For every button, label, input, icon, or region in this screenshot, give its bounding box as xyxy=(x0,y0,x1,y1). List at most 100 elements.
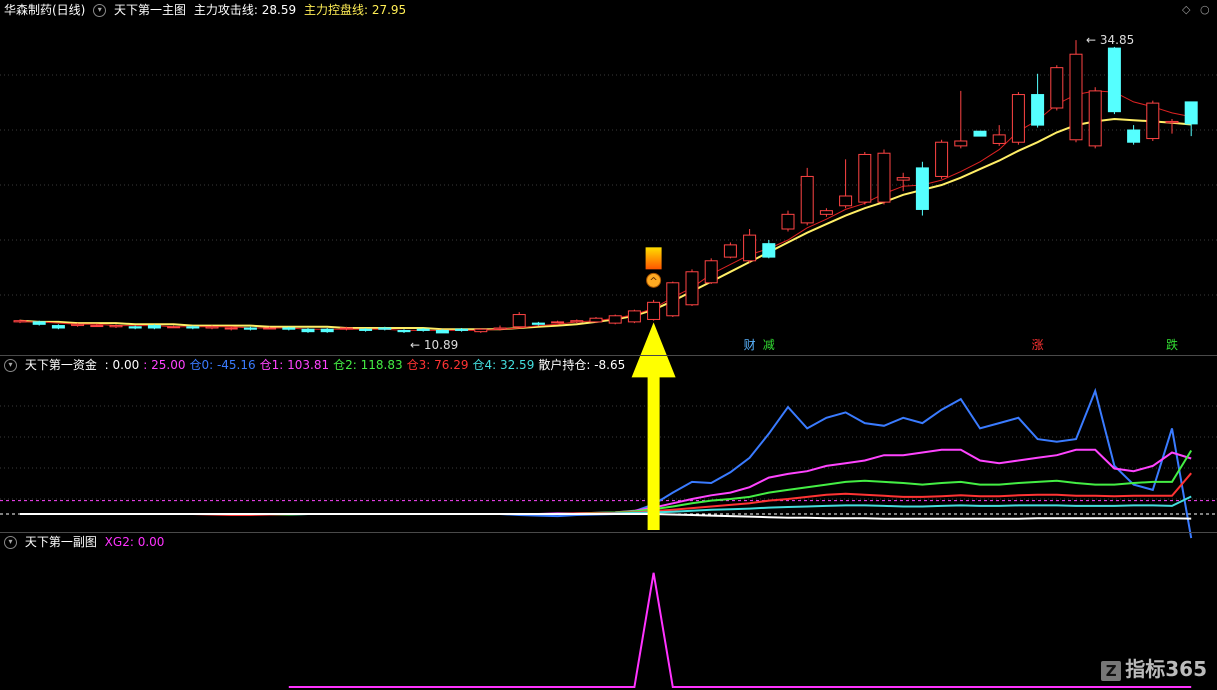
attack-line-label: 主力攻击线: xyxy=(193,3,258,17)
chevron-down-icon[interactable]: ▾ xyxy=(4,359,17,372)
candle-body xyxy=(896,177,910,181)
candle-body xyxy=(416,328,430,331)
candle-body xyxy=(224,327,238,330)
chevron-down-icon[interactable]: ▾ xyxy=(4,536,17,549)
watermark: Z 指标365 xyxy=(1101,653,1207,682)
candle-body xyxy=(762,243,776,258)
candle-body xyxy=(301,328,315,333)
candle-body xyxy=(858,153,872,203)
candle-body xyxy=(551,321,565,324)
sub-panel-header: ▾ 天下第一副图 XG2: 0.00 xyxy=(4,533,168,551)
candle-body xyxy=(167,326,181,329)
candle-body xyxy=(435,329,449,334)
candle-body xyxy=(339,327,353,330)
candle-body xyxy=(819,210,833,215)
candle-body xyxy=(666,282,680,317)
fund-panel-header: ▾ 天下第一资金 : 0.00: 25.00 仓0: -45.16 仓1: 103.… xyxy=(4,356,633,374)
candle-body xyxy=(13,320,27,323)
candle-body xyxy=(1107,47,1121,113)
fund-series-line xyxy=(20,387,1193,539)
candle-body xyxy=(954,140,968,147)
fund-series-line xyxy=(20,472,1192,516)
candle-body xyxy=(781,213,795,230)
circle-icon[interactable]: ○ xyxy=(1200,3,1210,16)
candle-body xyxy=(608,315,622,324)
candle-body xyxy=(627,310,641,323)
candle-body xyxy=(359,328,373,331)
fund-panel-grid xyxy=(0,405,1217,500)
candle-body xyxy=(320,328,334,333)
fund-indicator-name[interactable]: 天下第一资金 xyxy=(25,358,97,372)
logo-icon: Z xyxy=(1101,660,1122,681)
candle-body xyxy=(685,271,699,306)
panel-divider[interactable] xyxy=(0,532,1217,533)
candle-body xyxy=(147,325,161,329)
chevron-down-icon[interactable]: ▾ xyxy=(93,4,107,17)
candle-body xyxy=(493,327,507,330)
candle-body xyxy=(186,326,200,329)
signal-label: 涨 xyxy=(1032,337,1044,352)
candle-body xyxy=(743,234,757,262)
control-line-value: 27.95 xyxy=(371,3,407,17)
candle-body xyxy=(570,320,584,323)
indicator-name[interactable]: 天下第一主图 xyxy=(114,3,186,17)
candle-body xyxy=(1088,90,1102,147)
control-line xyxy=(19,117,1192,331)
signal-label: 跌 xyxy=(1166,337,1178,352)
candle-body xyxy=(589,317,603,323)
main-panel-header: 华森制药(日线) ▾ 天下第一主图 主力攻击线: 28.59 主力控盘线: 27… xyxy=(4,1,410,19)
candle-body xyxy=(455,328,469,331)
candle-body xyxy=(205,326,219,329)
xg2-line xyxy=(288,572,1192,688)
candle-body xyxy=(1165,120,1179,124)
fund-legend-item: : 0.00 xyxy=(104,358,140,372)
control-line-label: 主力控盘线: xyxy=(303,3,368,17)
fund-series-line xyxy=(20,513,1192,520)
fund-legend-item: 仓0: -45.16 xyxy=(189,358,256,372)
candle-body xyxy=(90,325,104,328)
candle-body xyxy=(71,323,85,327)
candle-body xyxy=(973,130,987,137)
signal-label: 财 xyxy=(744,338,756,352)
candle-body xyxy=(1127,129,1141,143)
candle-body xyxy=(992,134,1006,144)
candle-body xyxy=(723,244,737,258)
candle-body xyxy=(839,195,853,207)
candle-body xyxy=(243,327,257,330)
candle-body xyxy=(1069,53,1083,141)
sub-line-plot[interactable] xyxy=(288,572,1192,688)
main-price-plot[interactable] xyxy=(13,40,1198,334)
candle-body xyxy=(1011,94,1025,143)
fund-legend-item: 仓1: 103.81 xyxy=(259,358,330,372)
candle-body xyxy=(397,329,411,333)
candle-body xyxy=(1031,94,1045,126)
candle-body xyxy=(877,152,891,203)
candle-body xyxy=(935,141,949,177)
candle-body xyxy=(647,301,661,320)
xg2-label: XG2: xyxy=(104,535,134,549)
candle-body xyxy=(800,175,814,224)
watermark-text: 指标365 xyxy=(1125,657,1207,681)
fund-series-line xyxy=(20,448,1192,515)
candle-body xyxy=(474,328,488,333)
high-price-label: ← 34.85 xyxy=(1086,33,1134,47)
sub-indicator-name[interactable]: 天下第一副图 xyxy=(25,535,97,549)
candle-body xyxy=(1050,67,1064,109)
buy-marker-bar xyxy=(645,247,662,270)
chart-canvas[interactable]: ← 34.85 ← 10.89 ^ 财减 涨 跌 xyxy=(0,0,1217,690)
fund-series-line xyxy=(20,495,1192,515)
candle-body xyxy=(263,327,277,330)
diamond-icon[interactable]: ◇ xyxy=(1182,3,1190,16)
xg2-value: 0.00 xyxy=(137,535,165,549)
fund-legend-item: : 25.00 xyxy=(143,358,186,372)
fund-line-plot[interactable] xyxy=(0,387,1217,539)
low-price-label: ← 10.89 xyxy=(410,338,458,352)
attack-line-value: 28.59 xyxy=(261,3,297,17)
stock-name: 华森制药(日线) xyxy=(4,3,86,17)
candle-body xyxy=(109,325,123,328)
fund-legend-item: 仓2: 118.83 xyxy=(333,358,403,372)
fund-legend: : 0.00: 25.00 仓0: -45.16 仓1: 103.81 仓2: 118… xyxy=(105,358,630,372)
candle-body xyxy=(32,321,46,325)
candle-body xyxy=(378,327,392,330)
candle-body xyxy=(1184,101,1198,125)
